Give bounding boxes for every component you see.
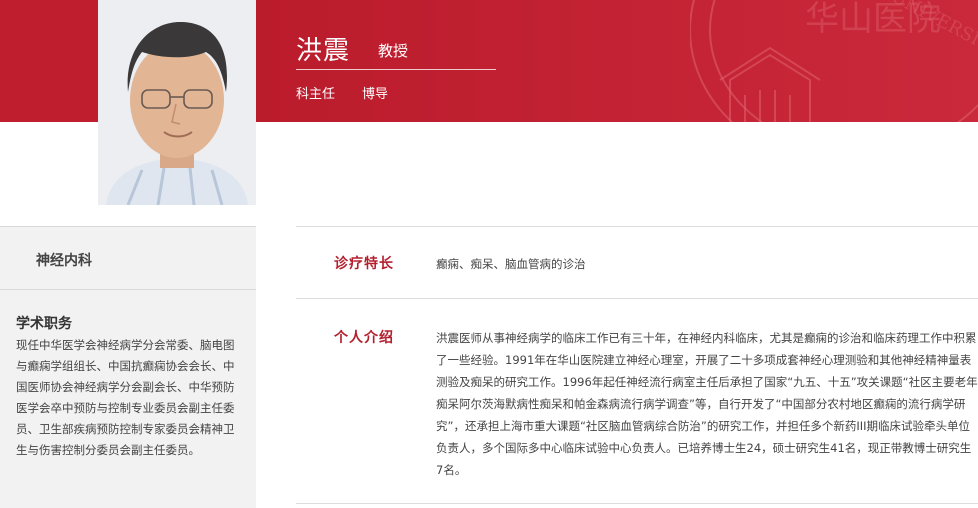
role-department-head: 科主任 bbox=[296, 87, 336, 102]
doctor-title: 教授 bbox=[378, 42, 409, 60]
doctor-name: 洪震 bbox=[296, 36, 351, 66]
department-label[interactable]: 神经内科 bbox=[36, 250, 92, 270]
section-divider bbox=[296, 503, 978, 504]
specialty-section: 诊疗特长 癫痫、痴呆、脑血管病的诊治 bbox=[296, 226, 978, 298]
profile-section: 个人介绍 洪震医师从事神经病学的临床工作已有三十年，在神经内科临床，尤其是癫痫的… bbox=[296, 298, 978, 504]
role-doctoral-supervisor: 博导 bbox=[362, 87, 389, 102]
specialty-label: 诊疗特长 bbox=[334, 256, 394, 272]
sidebar: 神经内科 学术职务 现任中华医学会神经病学分会常委、脑电图与癫痫学组组长、中国抗… bbox=[0, 226, 256, 508]
specialty-text: 癫痫、痴呆、脑血管病的诊治 bbox=[436, 257, 586, 271]
name-divider bbox=[296, 69, 496, 70]
doctor-photo bbox=[98, 0, 256, 205]
academic-positions-text: 现任中华医学会神经病学分会常委、脑电图与癫痫学组组长、中国抗癫痫协会会长、中国医… bbox=[16, 338, 235, 457]
profile-label: 个人介绍 bbox=[334, 330, 394, 346]
hospital-emblem-watermark: 华山医院 UNIVERSITY bbox=[690, 0, 978, 122]
department-panel: 神经内科 bbox=[0, 227, 256, 290]
profile-text: 洪震医师从事神经病学的临床工作已有三十年，在神经内科临床，尤其是癫痫的诊治和临床… bbox=[436, 331, 978, 477]
academic-positions-heading: 学术职务 bbox=[16, 316, 72, 332]
doctor-portrait-image bbox=[98, 0, 256, 205]
